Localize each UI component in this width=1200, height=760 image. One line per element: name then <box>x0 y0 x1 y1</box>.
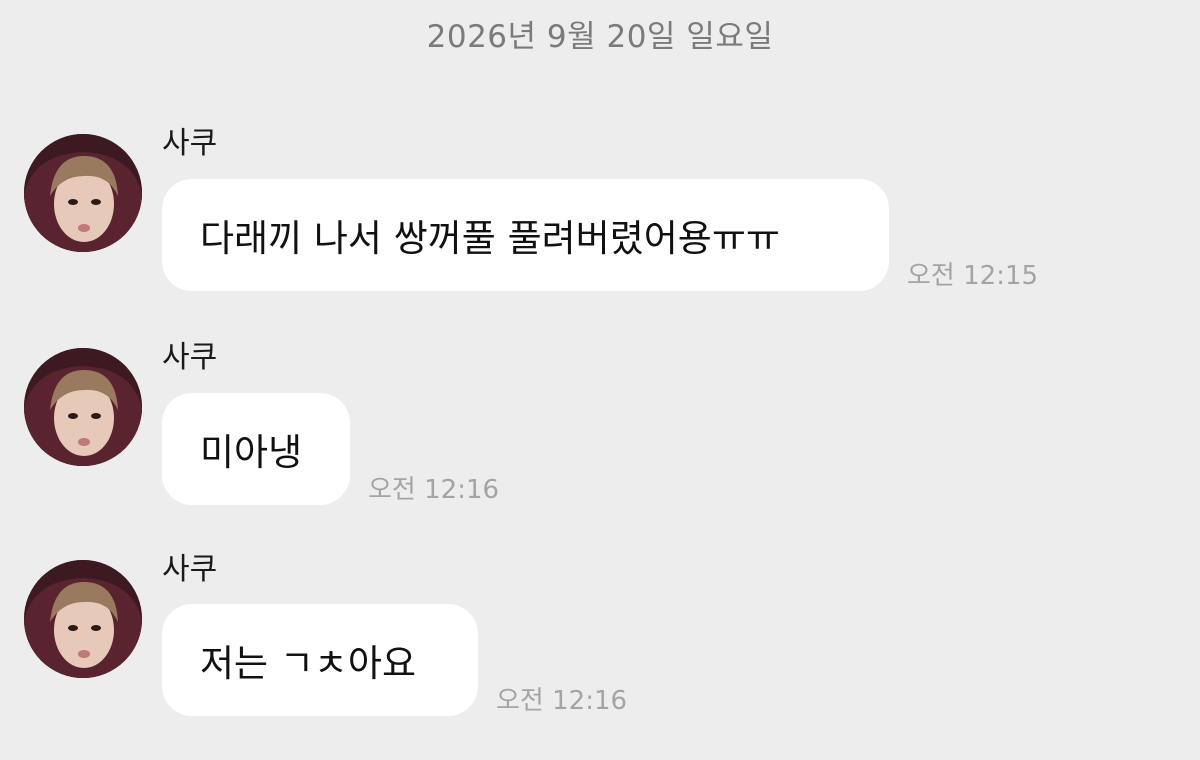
avatar-photo-icon <box>24 348 142 466</box>
message-row: 다래끼 나서 쌍꺼풀 풀려버렸어용ㅠㅠ 오전 12:15 <box>162 179 1038 291</box>
message-bubble[interactable]: 미아냉 <box>162 393 350 505</box>
sender-name: 사쿠 <box>162 126 218 161</box>
avatar-photo-icon <box>24 134 142 252</box>
sender-name: 사쿠 <box>162 340 218 375</box>
message-row: 저는 ㄱㅊ아요 오전 12:16 <box>162 604 627 716</box>
avatar[interactable] <box>24 560 142 678</box>
message-time: 오전 12:16 <box>496 686 628 716</box>
message-bubble[interactable]: 다래끼 나서 쌍꺼풀 풀려버렸어용ㅠㅠ <box>162 179 889 291</box>
message-time: 오전 12:16 <box>368 475 500 505</box>
message-bubble[interactable]: 저는 ㄱㅊ아요 <box>162 604 478 716</box>
avatar-photo-icon <box>24 560 142 678</box>
message-row: 미아냉 오전 12:16 <box>162 393 499 505</box>
avatar[interactable] <box>24 134 142 252</box>
date-divider: 2026년 9월 20일 일요일 <box>426 19 774 55</box>
sender-name: 사쿠 <box>162 552 218 587</box>
avatar[interactable] <box>24 348 142 466</box>
message-time: 오전 12:15 <box>907 261 1039 291</box>
